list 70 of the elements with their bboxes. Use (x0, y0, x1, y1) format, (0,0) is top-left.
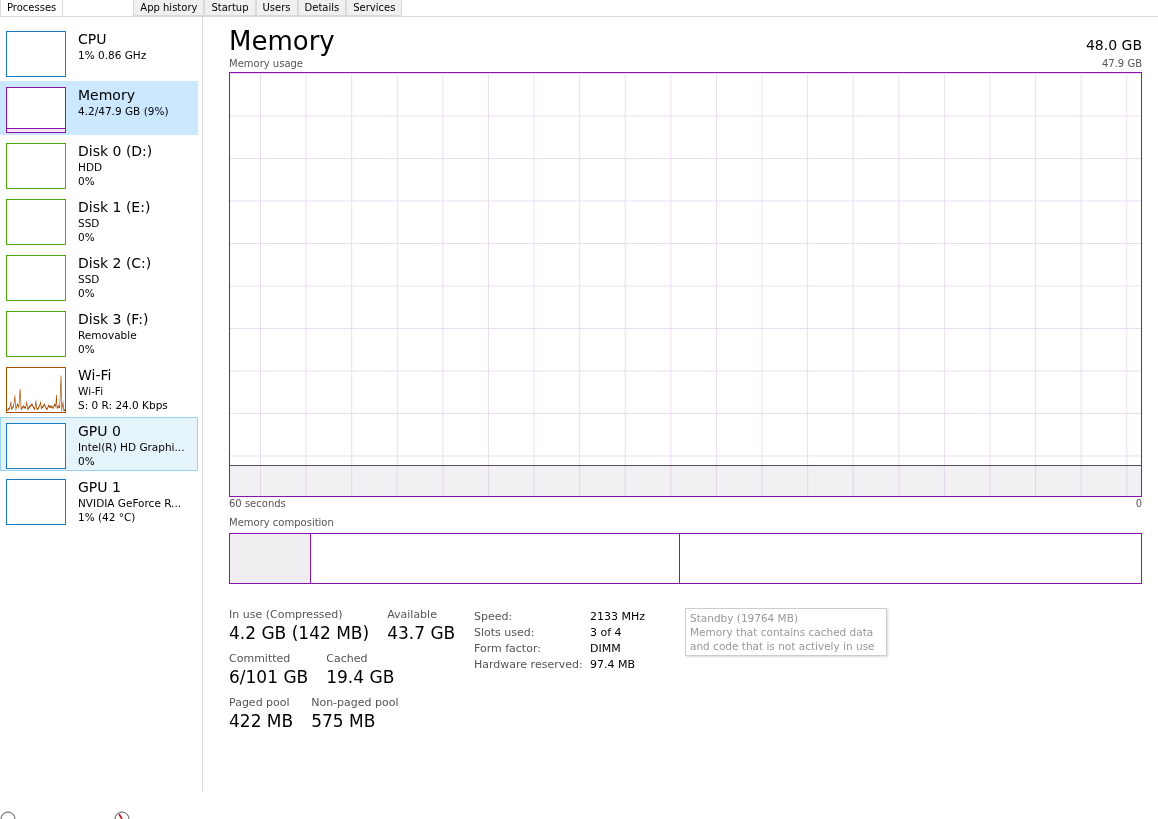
sidebar-item[interactable]: Disk 3 (F:) Removable 0% (0, 305, 198, 359)
sidebar-item[interactable]: Disk 2 (C:) SSD 0% (0, 249, 198, 303)
item-detail: 0% (78, 454, 96, 468)
stat-value: 422 MB (229, 710, 294, 733)
item-name: Disk 3 (F:) (78, 311, 149, 328)
item-name: Memory (78, 87, 136, 104)
detail-value: 97.4 MB (590, 658, 637, 671)
stat-label: In use (Compressed) (229, 608, 344, 621)
stat-value: 19.4 GB (326, 666, 395, 689)
stat-label: Available (387, 608, 438, 621)
stat-label: Non-paged pool (311, 696, 399, 709)
graph-min-label: 0 (1135, 497, 1142, 511)
item-detail: NVIDIA GeForce R... (78, 496, 182, 510)
stat-value: 4.2 GB (142 MB) (229, 622, 370, 645)
item-name: Wi-Fi (78, 367, 113, 384)
detail-label: Speed: (474, 610, 514, 623)
detail-label: Form factor: (474, 642, 542, 655)
page-title: Memory (229, 25, 335, 57)
item-detail: 1% 0.86 GHz (78, 48, 147, 62)
detail-value: DIMM (590, 642, 622, 655)
tooltip-text: Memory that contains cached data and code that is not actively in use (690, 625, 876, 653)
stat-label: Committed (229, 652, 292, 665)
stat-value: 575 MB (311, 710, 377, 733)
total-memory: 48.0 GB (1085, 37, 1142, 53)
sidebar-item[interactable]: Disk 1 (E:) SSD 0% (0, 193, 198, 247)
detail-value: 3 of 4 (590, 626, 623, 639)
stat-value: 6/101 GB (229, 666, 309, 689)
item-detail: 0% (78, 342, 96, 356)
sidebar-item[interactable]: Memory 4.2/47.9 GB (9%) (0, 81, 198, 135)
tooltip-title: Standby (19764 MB) (690, 611, 799, 625)
detail-label: Hardware reserved: (474, 658, 584, 671)
item-name: Disk 2 (C:) (78, 255, 152, 272)
item-detail: 4.2/47.9 GB (9%) (78, 104, 169, 118)
item-detail: SSD (78, 272, 101, 286)
tab[interactable]: Processes (0, 0, 64, 16)
item-detail: Intel(R) HD Graphi... (78, 440, 185, 454)
item-name: Disk 0 (D:) (78, 143, 153, 160)
tab[interactable]: Startup (204, 0, 256, 16)
item-detail: 0% (78, 286, 96, 300)
sidebar-item[interactable]: Wi-Fi Wi-Fi S: 0 R: 24.0 Kbps (0, 361, 198, 415)
graph-max-label: 47.9 GB (1101, 57, 1142, 71)
tab[interactable]: Details (297, 0, 347, 16)
item-detail: Wi-Fi (78, 384, 105, 398)
tab[interactable]: App history (133, 0, 205, 16)
item-name: CPU (78, 31, 108, 48)
time-label: 60 seconds (229, 497, 286, 511)
sidebar-item[interactable]: CPU 1% 0.86 GHz (0, 25, 198, 79)
item-detail: 0% (78, 174, 96, 188)
item-detail: HDD (78, 160, 104, 174)
graph-label: Memory usage (229, 57, 304, 71)
stat-label: Paged pool (229, 696, 291, 709)
gauge-icon[interactable] (114, 811, 130, 819)
detail-label: Slots used: (474, 626, 536, 639)
item-name: GPU 1 (78, 479, 122, 496)
item-name: Disk 1 (E:) (78, 199, 151, 216)
composition-label: Memory composition (229, 516, 334, 530)
item-detail: Removable (78, 328, 138, 342)
tab[interactable]: Services (346, 0, 403, 16)
sidebar-item[interactable]: Disk 0 (D:) HDD 0% (0, 137, 198, 191)
tab[interactable]: Users (255, 0, 298, 16)
stat-label: Cached (326, 652, 369, 665)
item-detail: SSD (78, 216, 101, 230)
item-detail: 1% (42 °C) (78, 510, 137, 524)
item-detail: 0% (78, 230, 96, 244)
sidebar-item[interactable]: GPU 1 NVIDIA GeForce R... 1% (42 °C) (0, 473, 198, 527)
item-detail: S: 0 R: 24.0 Kbps (78, 398, 168, 412)
sidebar-item[interactable]: GPU 0 Intel(R) HD Graphi... 0% (0, 417, 198, 471)
stat-value: 43.7 GB (387, 622, 456, 645)
detail-value: 2133 MHz (590, 610, 646, 623)
item-name: GPU 0 (78, 423, 122, 440)
